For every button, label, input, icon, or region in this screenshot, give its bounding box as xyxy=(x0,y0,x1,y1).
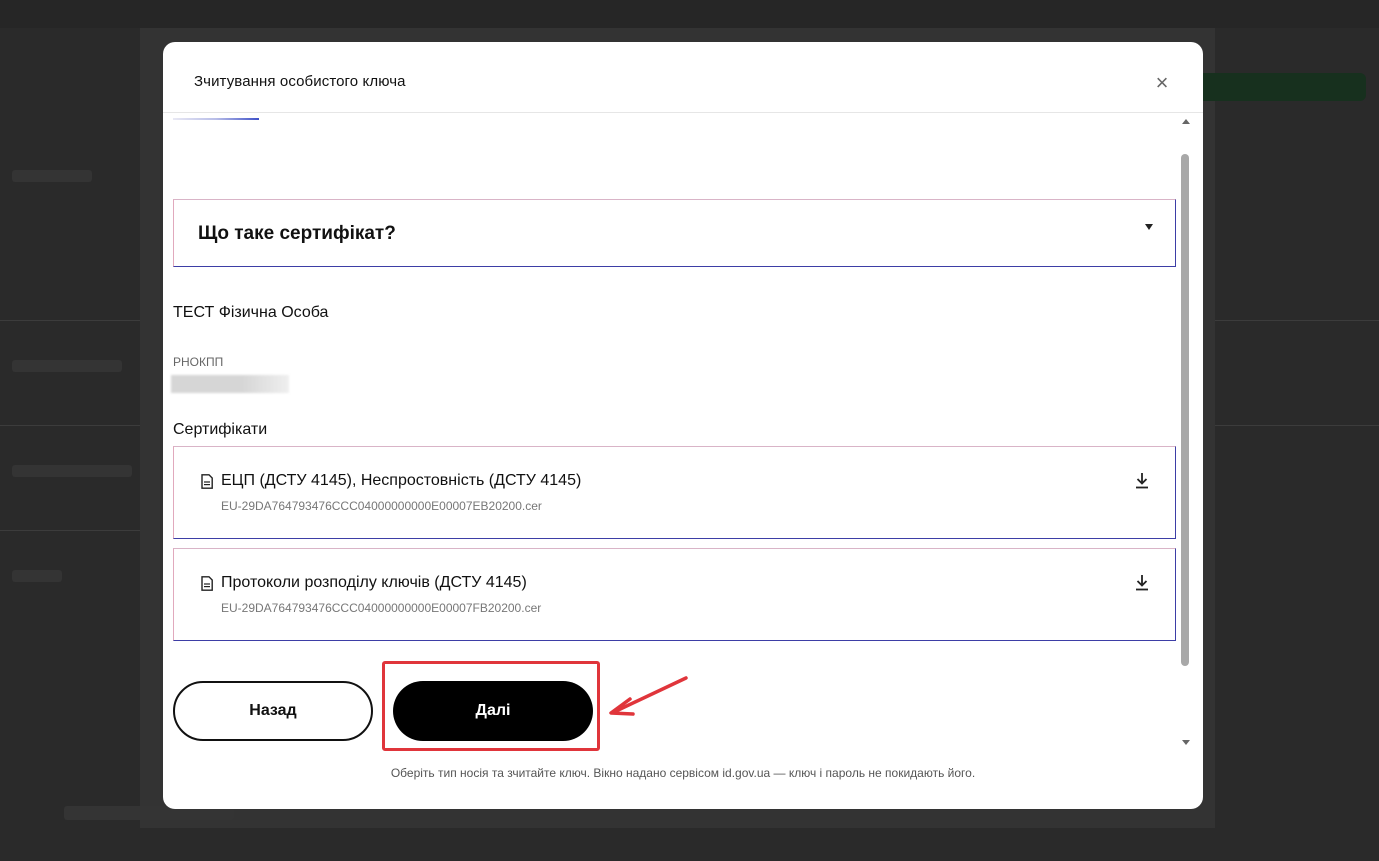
download-icon[interactable] xyxy=(1135,472,1149,489)
background-divider xyxy=(0,425,140,426)
person-name: ТЕСТ Фізична Особа xyxy=(173,304,329,321)
background-action-button xyxy=(1190,73,1366,101)
next-button[interactable]: Далі xyxy=(393,681,593,741)
certificate-filename: EU-29DA764793476CCC04000000000E00007FB20… xyxy=(221,601,542,615)
dialog-scroll-area[interactable]: Що таке сертифікат? ТЕСТ Фізична Особа Р… xyxy=(163,113,1203,753)
footer-note: Оберіть тип носія та зчитайте ключ. Вікн… xyxy=(390,766,976,780)
scroll-up-arrow-icon[interactable] xyxy=(1182,119,1190,124)
certificate-title: Протоколи розподілу ключів (ДСТУ 4145) xyxy=(221,574,527,591)
dialog-title: Зчитування особистого ключа xyxy=(194,73,406,90)
background-topbar xyxy=(0,0,1379,28)
download-icon[interactable] xyxy=(1135,574,1149,591)
rnokpp-value-redacted xyxy=(171,375,289,393)
background-divider xyxy=(0,530,140,531)
dialog-header: Зчитування особистого ключа × xyxy=(163,42,1203,113)
accordion-title: Що таке сертифікат? xyxy=(198,223,396,244)
caret-down-icon xyxy=(1145,224,1153,230)
background-placeholder xyxy=(12,170,92,182)
document-icon xyxy=(201,576,213,591)
scrollbar-thumb[interactable] xyxy=(1181,154,1189,666)
background-placeholder xyxy=(12,570,62,582)
certificate-filename: EU-29DA764793476CCC04000000000E00007EB20… xyxy=(221,499,542,513)
progress-strip xyxy=(173,118,259,120)
read-private-key-dialog: Зчитування особистого ключа × Що таке се… xyxy=(163,42,1203,809)
background-placeholder xyxy=(12,465,132,477)
certificate-card: Протоколи розподілу ключів (ДСТУ 4145) E… xyxy=(173,548,1176,641)
close-button[interactable]: × xyxy=(1151,72,1173,94)
certificates-heading: Сертифікати xyxy=(173,421,268,438)
scroll-down-arrow-icon[interactable] xyxy=(1182,740,1190,745)
certificate-card: ЕЦП (ДСТУ 4145), Неспростовність (ДСТУ 4… xyxy=(173,446,1176,539)
scrollbar[interactable] xyxy=(1178,113,1192,753)
back-button[interactable]: Назад xyxy=(173,681,373,741)
background-divider xyxy=(0,320,140,321)
certificate-title: ЕЦП (ДСТУ 4145), Неспростовність (ДСТУ 4… xyxy=(221,472,582,489)
background-placeholder xyxy=(12,360,122,372)
rnokpp-label: РНОКПП xyxy=(173,355,224,369)
background-divider xyxy=(1215,425,1379,426)
what-is-certificate-accordion[interactable]: Що таке сертифікат? xyxy=(173,199,1176,267)
document-icon xyxy=(201,474,213,489)
background-divider xyxy=(1215,320,1379,321)
